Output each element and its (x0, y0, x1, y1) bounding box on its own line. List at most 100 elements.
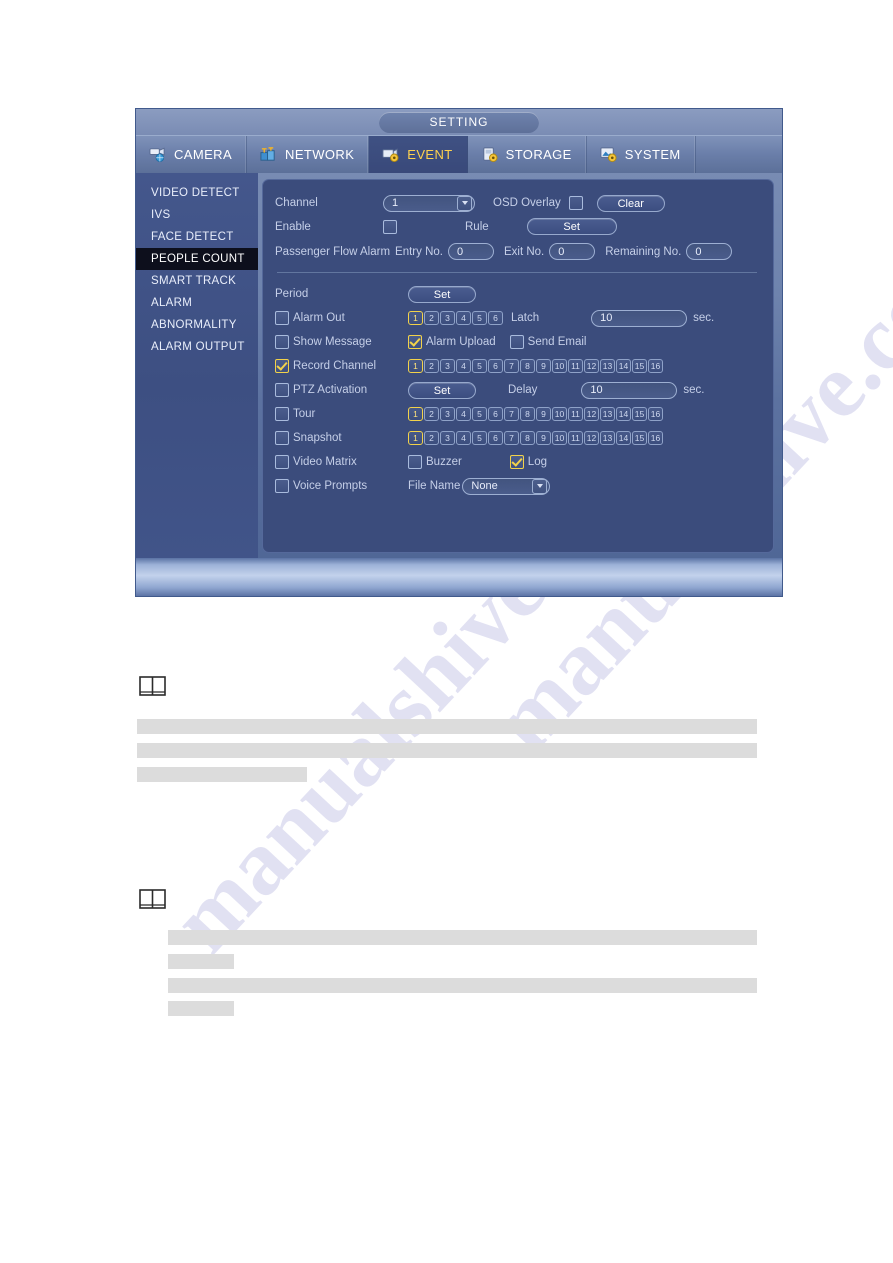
channel-chip-11[interactable]: 11 (568, 359, 583, 373)
channel-chip-7[interactable]: 7 (504, 407, 519, 421)
channel-chip-9[interactable]: 9 (536, 431, 551, 445)
channel-chip-1[interactable]: 1 (408, 407, 423, 421)
record-channel-checkbox[interactable] (275, 359, 289, 373)
channel-chip-12[interactable]: 12 (584, 407, 599, 421)
exit-no-input[interactable]: 0 (549, 243, 596, 260)
rule-set-button[interactable]: Set (526, 218, 617, 235)
channel-chip-1[interactable]: 1 (408, 359, 423, 373)
buzzer-checkbox-wrap[interactable]: Buzzer (408, 455, 462, 469)
sidebar-item-smart-track[interactable]: SMART TRACK (136, 270, 258, 292)
alarm-upload-checkbox-wrap[interactable]: Alarm Upload (408, 335, 496, 349)
channel-chip-7[interactable]: 7 (504, 359, 519, 373)
tab-network[interactable]: NETWORK (247, 136, 370, 173)
alarm-upload-checkbox[interactable] (408, 335, 422, 349)
channel-chip-4[interactable]: 4 (456, 431, 471, 445)
channel-chip-3[interactable]: 3 (440, 359, 455, 373)
channel-chip-15[interactable]: 15 (632, 359, 647, 373)
channel-chip-4[interactable]: 4 (456, 359, 471, 373)
channel-chip-14[interactable]: 14 (616, 407, 631, 421)
channel-chip-1[interactable]: 1 (408, 311, 423, 325)
tab-system[interactable]: SYSTEM (587, 136, 696, 173)
period-set-button[interactable]: Set (408, 285, 476, 303)
channel-chip-2[interactable]: 2 (424, 359, 439, 373)
sidebar-item-face-detect[interactable]: FACE DETECT (136, 226, 258, 248)
tab-storage[interactable]: STORAGE (468, 136, 587, 173)
channel-select[interactable]: 1 (383, 194, 475, 212)
channel-chip-2[interactable]: 2 (424, 407, 439, 421)
channel-chip-12[interactable]: 12 (584, 431, 599, 445)
video-matrix-checkbox-wrap[interactable]: Video Matrix (275, 455, 408, 469)
channel-chip-9[interactable]: 9 (536, 407, 551, 421)
channel-chip-16[interactable]: 16 (648, 407, 663, 421)
ptz-activation-checkbox[interactable] (275, 383, 289, 397)
send-email-checkbox-wrap[interactable]: Send Email (509, 335, 586, 349)
video-matrix-checkbox[interactable] (275, 455, 289, 469)
channel-chip-6[interactable]: 6 (488, 431, 503, 445)
sidebar-item-video-detect[interactable]: VIDEO DETECT (136, 182, 258, 204)
record-channel-checkbox-wrap[interactable]: Record Channel (275, 359, 408, 373)
channel-chip-16[interactable]: 16 (648, 431, 663, 445)
sidebar-item-abnormality[interactable]: ABNORMALITY (136, 314, 258, 336)
channel-chip-15[interactable]: 15 (632, 431, 647, 445)
channel-chip-3[interactable]: 3 (440, 311, 455, 325)
channel-chip-11[interactable]: 11 (568, 407, 583, 421)
channel-chip-5[interactable]: 5 (472, 431, 487, 445)
channel-chip-3[interactable]: 3 (440, 431, 455, 445)
channel-chip-6[interactable]: 6 (488, 407, 503, 421)
channel-chip-2[interactable]: 2 (424, 431, 439, 445)
channel-chip-4[interactable]: 4 (456, 311, 471, 325)
tour-checkbox-wrap[interactable]: Tour (275, 407, 408, 421)
channel-chip-10[interactable]: 10 (552, 431, 567, 445)
sidebar-item-alarm-output[interactable]: ALARM OUTPUT (136, 336, 258, 358)
sidebar-item-alarm[interactable]: ALARM (136, 292, 258, 314)
channel-chip-10[interactable]: 10 (552, 407, 567, 421)
enable-checkbox[interactable] (383, 219, 397, 234)
channel-chip-9[interactable]: 9 (536, 359, 551, 373)
tab-camera[interactable]: CAMERA (136, 136, 248, 173)
log-checkbox[interactable] (509, 455, 524, 469)
channel-chip-8[interactable]: 8 (520, 359, 535, 373)
channel-chip-6[interactable]: 6 (488, 311, 503, 325)
ptz-activation-checkbox-wrap[interactable]: PTZ Activation (275, 383, 408, 397)
channel-chip-14[interactable]: 14 (616, 431, 631, 445)
channel-chip-3[interactable]: 3 (440, 407, 455, 421)
voice-prompts-checkbox[interactable] (275, 479, 289, 493)
entry-no-input[interactable]: 0 (447, 243, 494, 260)
channel-chip-13[interactable]: 13 (600, 359, 615, 373)
latch-input[interactable]: 10 (591, 309, 688, 327)
voice-prompts-checkbox-wrap[interactable]: Voice Prompts (275, 479, 408, 493)
ptz-set-button[interactable]: Set (408, 381, 476, 399)
channel-chip-10[interactable]: 10 (552, 359, 567, 373)
alarm-out-checkbox-wrap[interactable]: Alarm Out (275, 311, 408, 325)
channel-chip-13[interactable]: 13 (600, 407, 615, 421)
remaining-no-input[interactable]: 0 (686, 243, 733, 260)
channel-chip-2[interactable]: 2 (424, 311, 439, 325)
sidebar-item-ivs[interactable]: IVS (136, 204, 258, 226)
file-name-select[interactable]: None (462, 477, 551, 495)
log-checkbox-wrap[interactable]: Log (509, 455, 547, 469)
channel-chip-6[interactable]: 6 (488, 359, 503, 373)
channel-chip-15[interactable]: 15 (632, 407, 647, 421)
channel-chip-16[interactable]: 16 (648, 359, 663, 373)
alarm-out-checkbox[interactable] (275, 311, 289, 325)
channel-chip-11[interactable]: 11 (568, 431, 583, 445)
channel-chip-5[interactable]: 5 (472, 311, 487, 325)
snapshot-checkbox[interactable] (275, 431, 289, 445)
osd-overlay-checkbox[interactable] (568, 196, 583, 210)
channel-chip-1[interactable]: 1 (408, 431, 423, 445)
channel-chip-12[interactable]: 12 (584, 359, 599, 373)
channel-chip-5[interactable]: 5 (472, 407, 487, 421)
channel-chip-7[interactable]: 7 (504, 431, 519, 445)
channel-chip-8[interactable]: 8 (520, 407, 535, 421)
send-email-checkbox[interactable] (509, 335, 524, 349)
tour-checkbox[interactable] (275, 407, 289, 421)
snapshot-checkbox-wrap[interactable]: Snapshot (275, 431, 408, 445)
channel-chip-4[interactable]: 4 (456, 407, 471, 421)
show-message-checkbox[interactable] (275, 335, 289, 349)
channel-chip-14[interactable]: 14 (616, 359, 631, 373)
buzzer-checkbox[interactable] (408, 455, 422, 469)
clear-button[interactable]: Clear (596, 194, 665, 212)
channel-chip-13[interactable]: 13 (600, 431, 615, 445)
show-message-checkbox-wrap[interactable]: Show Message (275, 335, 408, 349)
channel-chip-8[interactable]: 8 (520, 431, 535, 445)
